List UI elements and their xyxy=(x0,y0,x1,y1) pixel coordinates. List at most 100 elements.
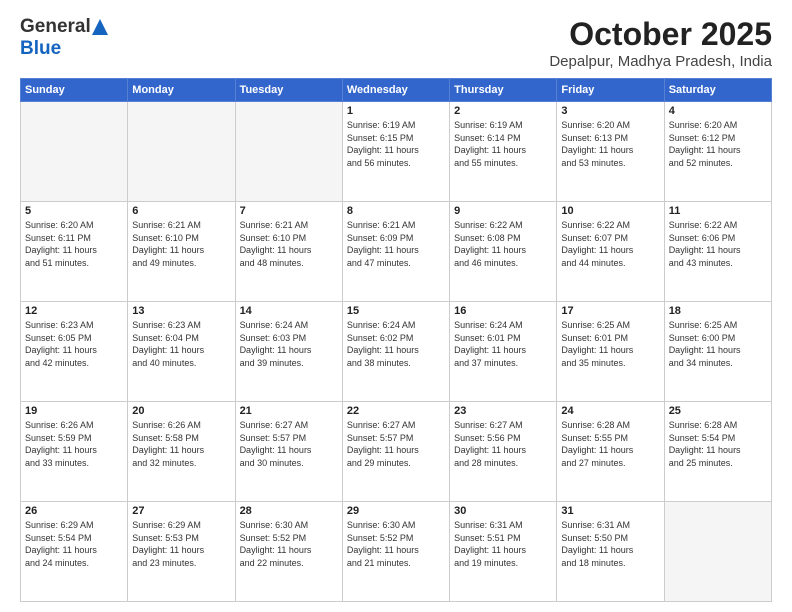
day-number: 22 xyxy=(347,405,445,417)
day-number: 24 xyxy=(561,405,659,417)
day-info: Sunrise: 6:28 AM Sunset: 5:55 PM Dayligh… xyxy=(561,419,659,469)
day-number: 3 xyxy=(561,105,659,117)
header: General Blue October 2025 Depalpur, Madh… xyxy=(20,16,772,70)
day-info: Sunrise: 6:27 AM Sunset: 5:57 PM Dayligh… xyxy=(240,419,338,469)
calendar-week-5: 26Sunrise: 6:29 AM Sunset: 5:54 PM Dayli… xyxy=(21,502,772,602)
day-info: Sunrise: 6:19 AM Sunset: 6:14 PM Dayligh… xyxy=(454,119,552,169)
logo-blue-text: Blue xyxy=(20,38,61,59)
day-number: 16 xyxy=(454,305,552,317)
day-number: 5 xyxy=(25,205,123,217)
day-info: Sunrise: 6:24 AM Sunset: 6:03 PM Dayligh… xyxy=(240,319,338,369)
day-number: 10 xyxy=(561,205,659,217)
day-number: 8 xyxy=(347,205,445,217)
day-number: 17 xyxy=(561,305,659,317)
calendar-week-1: 1 Sunrise: 6:19 AM Sunset: 6:15 PM Daylig… xyxy=(21,102,772,202)
day-number: 9 xyxy=(454,205,552,217)
day-info: Sunrise: 6:23 AM Sunset: 6:04 PM Dayligh… xyxy=(132,319,230,369)
col-monday: Monday xyxy=(128,79,235,102)
calendar-cell: 1 Sunrise: 6:19 AM Sunset: 6:15 PM Daylig… xyxy=(342,102,449,202)
col-tuesday: Tuesday xyxy=(235,79,342,102)
calendar-cell: 21 Sunrise: 6:27 AM Sunset: 5:57 PM Dayli… xyxy=(235,402,342,502)
day-number: 20 xyxy=(132,405,230,417)
day-number: 13 xyxy=(132,305,230,317)
day-number: 21 xyxy=(240,405,338,417)
calendar-cell: 2Sunrise: 6:19 AM Sunset: 6:14 PM Daylig… xyxy=(450,102,557,202)
day-number: 23 xyxy=(454,405,552,417)
page-subtitle: Depalpur, Madhya Pradesh, India xyxy=(549,53,772,70)
day-number: 29 xyxy=(347,505,445,517)
col-friday: Friday xyxy=(557,79,664,102)
logo: General Blue xyxy=(20,16,108,60)
day-info: Sunrise: 6:27 AM Sunset: 5:57 PM Dayligh… xyxy=(347,419,445,469)
calendar-cell: 30 Sunrise: 6:31 AM Sunset: 5:51 PM Dayli… xyxy=(450,502,557,602)
day-info: Sunrise: 6:22 AM Sunset: 6:07 PM Dayligh… xyxy=(561,219,659,269)
day-number: 6 xyxy=(132,205,230,217)
col-wednesday: Wednesday xyxy=(342,79,449,102)
day-number: 26 xyxy=(25,505,123,517)
calendar-cell: 13 Sunrise: 6:23 AM Sunset: 6:04 PM Dayli… xyxy=(128,302,235,402)
day-number: 4 xyxy=(669,105,767,117)
calendar-cell xyxy=(664,502,771,602)
day-info: Sunrise: 6:26 AM Sunset: 5:59 PM Dayligh… xyxy=(25,419,123,469)
calendar-table: Sunday Monday Tuesday Wednesday Thursday… xyxy=(20,78,772,602)
calendar-cell: 26Sunrise: 6:29 AM Sunset: 5:54 PM Dayli… xyxy=(21,502,128,602)
col-thursday: Thursday xyxy=(450,79,557,102)
day-number: 18 xyxy=(669,305,767,317)
day-number: 7 xyxy=(240,205,338,217)
page: General Blue October 2025 Depalpur, Madh… xyxy=(0,0,792,612)
calendar-cell: 22 Sunrise: 6:27 AM Sunset: 5:57 PM Dayli… xyxy=(342,402,449,502)
calendar-cell: 16 Sunrise: 6:24 AM Sunset: 6:01 PM Dayli… xyxy=(450,302,557,402)
calendar-cell: 20 Sunrise: 6:26 AM Sunset: 5:58 PM Dayli… xyxy=(128,402,235,502)
day-info: Sunrise: 6:21 AM Sunset: 6:10 PM Dayligh… xyxy=(132,219,230,269)
day-info: Sunrise: 6:21 AM Sunset: 6:10 PM Dayligh… xyxy=(240,219,338,269)
day-info: Sunrise: 6:21 AM Sunset: 6:09 PM Dayligh… xyxy=(347,219,445,269)
calendar-week-4: 19 Sunrise: 6:26 AM Sunset: 5:59 PM Dayli… xyxy=(21,402,772,502)
calendar-week-3: 12 Sunrise: 6:23 AM Sunset: 6:05 PM Dayli… xyxy=(21,302,772,402)
col-saturday: Saturday xyxy=(664,79,771,102)
day-info: Sunrise: 6:29 AM Sunset: 5:53 PM Dayligh… xyxy=(132,519,230,569)
day-number: 31 xyxy=(561,505,659,517)
logo-icon xyxy=(92,19,108,35)
day-info: Sunrise: 6:31 AM Sunset: 5:51 PM Dayligh… xyxy=(454,519,552,569)
calendar-cell xyxy=(21,102,128,202)
day-info: Sunrise: 6:24 AM Sunset: 6:02 PM Dayligh… xyxy=(347,319,445,369)
day-number: 19 xyxy=(25,405,123,417)
calendar-cell xyxy=(235,102,342,202)
day-number: 11 xyxy=(669,205,767,217)
title-block: October 2025 Depalpur, Madhya Pradesh, I… xyxy=(549,16,772,70)
day-info: Sunrise: 6:20 AM Sunset: 6:11 PM Dayligh… xyxy=(25,219,123,269)
col-sunday: Sunday xyxy=(21,79,128,102)
day-info: Sunrise: 6:27 AM Sunset: 5:56 PM Dayligh… xyxy=(454,419,552,469)
day-number: 14 xyxy=(240,305,338,317)
calendar-cell: 18 Sunrise: 6:25 AM Sunset: 6:00 PM Dayli… xyxy=(664,302,771,402)
day-info: Sunrise: 6:26 AM Sunset: 5:58 PM Dayligh… xyxy=(132,419,230,469)
day-info: Sunrise: 6:30 AM Sunset: 5:52 PM Dayligh… xyxy=(240,519,338,569)
calendar-cell: 9 Sunrise: 6:22 AM Sunset: 6:08 PM Daylig… xyxy=(450,202,557,302)
page-title: October 2025 xyxy=(549,16,772,53)
day-number: 1 xyxy=(347,105,445,117)
day-info: Sunrise: 6:25 AM Sunset: 6:00 PM Dayligh… xyxy=(669,319,767,369)
calendar-cell: 17 Sunrise: 6:25 AM Sunset: 6:01 PM Dayli… xyxy=(557,302,664,402)
calendar-cell: 31 Sunrise: 6:31 AM Sunset: 5:50 PM Dayli… xyxy=(557,502,664,602)
day-info: Sunrise: 6:20 AM Sunset: 6:12 PM Dayligh… xyxy=(669,119,767,169)
calendar-header-row: Sunday Monday Tuesday Wednesday Thursday… xyxy=(21,79,772,102)
day-info: Sunrise: 6:22 AM Sunset: 6:08 PM Dayligh… xyxy=(454,219,552,269)
calendar-cell: 12 Sunrise: 6:23 AM Sunset: 6:05 PM Dayli… xyxy=(21,302,128,402)
calendar-cell: 10 Sunrise: 6:22 AM Sunset: 6:07 PM Dayli… xyxy=(557,202,664,302)
day-number: 27 xyxy=(132,505,230,517)
calendar-cell: 3 Sunrise: 6:20 AM Sunset: 6:13 PM Daylig… xyxy=(557,102,664,202)
day-number: 25 xyxy=(669,405,767,417)
day-number: 12 xyxy=(25,305,123,317)
day-info: Sunrise: 6:31 AM Sunset: 5:50 PM Dayligh… xyxy=(561,519,659,569)
calendar-cell: 28Sunrise: 6:30 AM Sunset: 5:52 PM Dayli… xyxy=(235,502,342,602)
day-info: Sunrise: 6:23 AM Sunset: 6:05 PM Dayligh… xyxy=(25,319,123,369)
calendar-cell: 6 Sunrise: 6:21 AM Sunset: 6:10 PM Daylig… xyxy=(128,202,235,302)
day-info: Sunrise: 6:20 AM Sunset: 6:13 PM Dayligh… xyxy=(561,119,659,169)
day-info: Sunrise: 6:28 AM Sunset: 5:54 PM Dayligh… xyxy=(669,419,767,469)
calendar-cell: 19 Sunrise: 6:26 AM Sunset: 5:59 PM Dayli… xyxy=(21,402,128,502)
day-info: Sunrise: 6:19 AM Sunset: 6:15 PM Dayligh… xyxy=(347,119,445,169)
day-info: Sunrise: 6:25 AM Sunset: 6:01 PM Dayligh… xyxy=(561,319,659,369)
day-number: 30 xyxy=(454,505,552,517)
calendar-cell: 11Sunrise: 6:22 AM Sunset: 6:06 PM Dayli… xyxy=(664,202,771,302)
day-info: Sunrise: 6:24 AM Sunset: 6:01 PM Dayligh… xyxy=(454,319,552,369)
